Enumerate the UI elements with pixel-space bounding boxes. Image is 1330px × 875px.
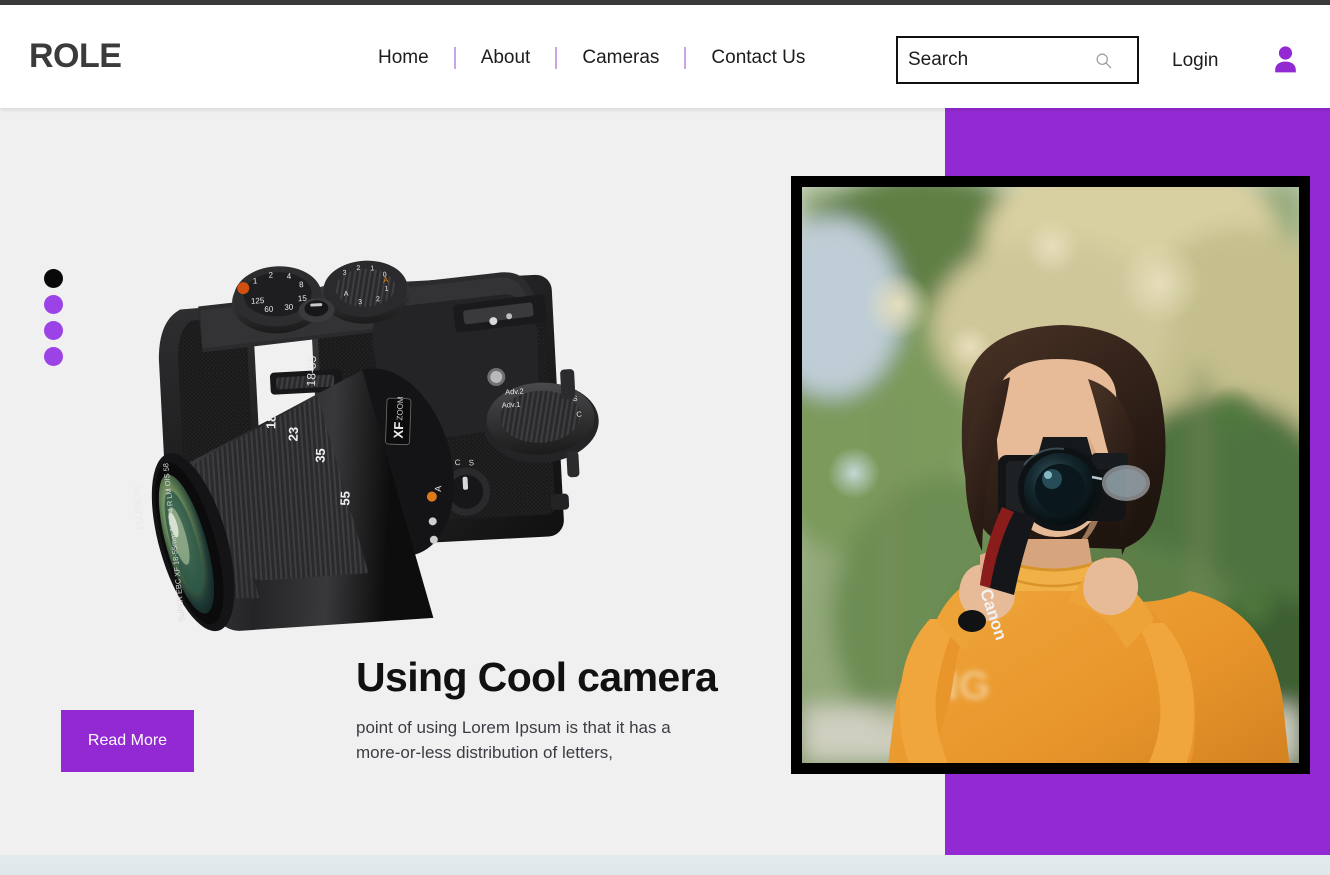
svg-text:125: 125 [251,296,265,306]
hero-photo-frame: NG Canon [791,176,1310,774]
carousel-dot-1[interactable] [44,269,63,288]
svg-text:60: 60 [264,305,274,314]
login-link[interactable]: Login [1172,50,1219,72]
svg-text:S: S [469,458,475,467]
svg-text:23: 23 [286,427,301,442]
hero-carousel-dots [44,269,63,366]
svg-text:FUJINON: FUJINON [131,486,146,530]
svg-text:ZOOM: ZOOM [395,396,405,421]
svg-text:35: 35 [312,448,327,463]
svg-text:A: A [433,486,443,492]
hero-section: 12 48 15 30 60 125 32 10 12 3A A Adv.2 A… [0,108,1330,855]
site-logo[interactable]: ROLE [29,39,122,73]
svg-text:2: 2 [376,296,380,303]
svg-text:Adv.2: Adv.2 [505,387,524,397]
nav-item-contact-us[interactable]: Contact Us [711,47,805,69]
svg-text:55: 55 [337,491,352,506]
svg-text:30: 30 [284,303,294,312]
hero-paragraph: point of using Lorem Ipsum is that it ha… [356,718,671,762]
svg-text:Adv.1: Adv.1 [502,400,521,410]
hero-photo: NG Canon [802,187,1299,763]
nav-item-home[interactable]: Home [378,47,429,69]
nav-separator [453,47,456,69]
svg-text:1: 1 [384,286,388,293]
hero-title: Using Cool camera [356,654,718,700]
main-navigation: Home About Cameras Contact Us [378,47,805,69]
search-input[interactable] [898,38,1088,82]
svg-text:18-55: 18-55 [304,355,319,386]
next-section-strip [0,855,1330,875]
nav-item-cameras[interactable]: Cameras [582,47,659,69]
carousel-dot-4[interactable] [44,347,63,366]
carousel-dot-2[interactable] [44,295,63,314]
camera-product-image: 12 48 15 30 60 125 32 10 12 3A A Adv.2 A… [55,133,635,713]
nav-item-about[interactable]: About [481,47,531,69]
svg-text:18: 18 [263,414,278,429]
hero-copy-block: Using Cool camera point of using Lorem I… [356,654,776,765]
site-header: ROLE Home About Cameras Contact Us Login [0,5,1330,108]
nav-separator [684,47,687,69]
svg-text:3: 3 [358,299,362,306]
svg-text:1: 1 [370,265,374,272]
user-avatar-icon[interactable] [1272,45,1299,73]
svg-text:XF: XF [391,421,407,438]
read-more-button[interactable]: Read More [61,710,194,772]
search-box[interactable] [896,36,1139,84]
search-icon[interactable] [1088,38,1118,82]
svg-text:2: 2 [356,265,360,272]
nav-separator [555,47,558,69]
svg-text:C: C [454,458,460,467]
svg-text:3: 3 [342,270,346,277]
svg-text:A: A [344,291,349,298]
carousel-dot-3[interactable] [44,321,63,340]
